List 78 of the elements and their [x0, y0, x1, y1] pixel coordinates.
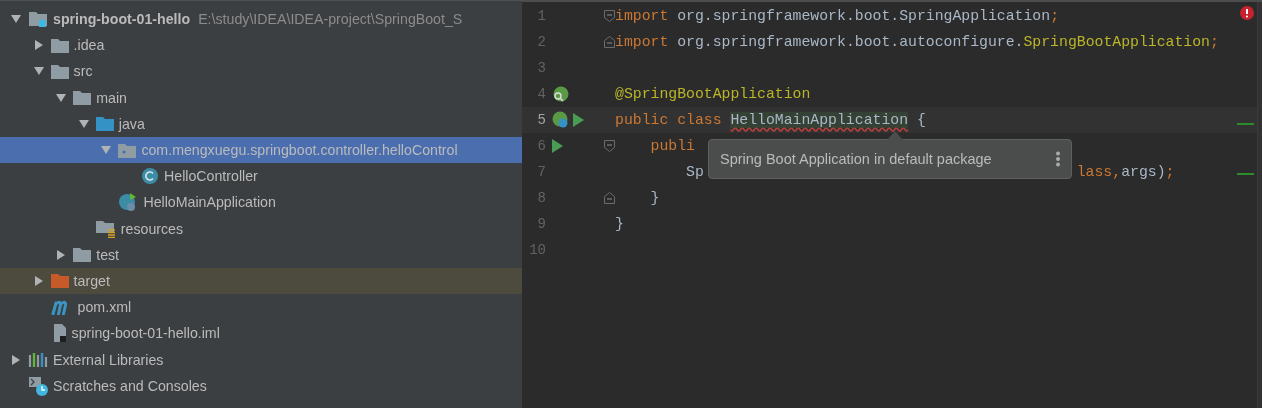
- spring-bean-search-icon[interactable]: [552, 85, 569, 103]
- run-icon[interactable]: [552, 139, 563, 153]
- tooltip-text: Spring Boot Application in default package: [720, 151, 992, 167]
- package-folder-icon: [118, 142, 137, 158]
- tree-item-label: target: [73, 272, 110, 289]
- tree-row[interactable]: External Libraries: [0, 346, 522, 373]
- tree-item-label: HelloController: [164, 168, 258, 185]
- collapsed-arrow-icon[interactable]: [32, 274, 45, 287]
- tree-row[interactable]: test: [0, 241, 522, 268]
- tree-item-label: src: [73, 63, 93, 80]
- fold-marker-icon[interactable]: [604, 36, 615, 48]
- code-text: }: [649, 190, 660, 206]
- line-number: 6: [536, 138, 546, 154]
- project-path: E:\study\IDEA\IDEA-project\SpringBoot_S: [198, 11, 463, 28]
- line-number: 7: [536, 164, 546, 180]
- code-text: }: [615, 216, 624, 232]
- line-number: 8: [536, 190, 546, 206]
- project-name: spring-boot-01-hello: [53, 11, 191, 28]
- resources-folder-icon: [95, 219, 116, 238]
- folder-icon: [95, 116, 114, 132]
- line-number: 5: [536, 112, 546, 128]
- tree-row[interactable]: HelloController: [0, 163, 522, 190]
- change-marker[interactable]: [1237, 173, 1254, 175]
- folder-icon: [50, 63, 69, 79]
- line-number: 2: [536, 34, 546, 50]
- tree-item-label: resources: [120, 220, 184, 237]
- tree-item-label: spring-boot-01-hello.iml: [71, 325, 220, 342]
- change-marker[interactable]: [1237, 123, 1254, 125]
- tree-item-label: com.mengxuegu.springboot.controller.helloControl: [141, 142, 458, 159]
- expanded-arrow-icon[interactable]: [55, 91, 68, 104]
- code-text: publi: [649, 138, 695, 154]
- line-number: 3: [536, 60, 546, 76]
- folder-icon: [50, 273, 69, 289]
- fold-marker-icon[interactable]: [604, 140, 615, 152]
- module-folder-icon: [28, 10, 48, 29]
- tree-item-label: Scratches and Consoles: [53, 377, 207, 394]
- error-icon[interactable]: [1240, 6, 1254, 20]
- spring-bean-icon[interactable]: [552, 111, 570, 129]
- tree-row[interactable]: resources: [0, 215, 522, 242]
- tree-row[interactable]: java: [0, 110, 522, 137]
- tree-row[interactable]: src: [0, 58, 522, 85]
- folder-icon: [73, 247, 92, 263]
- collapsed-arrow-icon[interactable]: [10, 353, 22, 366]
- collapsed-arrow-icon[interactable]: [32, 39, 45, 52]
- code-text: import org.springframework.boot.SpringApplication;: [615, 8, 1059, 24]
- line-number: 10: [528, 242, 546, 258]
- tree-item-label: .idea: [73, 37, 105, 54]
- tree-item-label: test: [96, 246, 120, 263]
- run-icon[interactable]: [573, 113, 584, 127]
- code-text: import org.springframework.boot.autoconfigure.SpringBootApplication;: [615, 34, 1219, 50]
- fold-marker-icon[interactable]: [604, 192, 615, 204]
- tree-item-label: External Libraries: [53, 351, 164, 368]
- line-number: 9: [536, 216, 546, 232]
- tree-item-label: HelloMainApplication: [143, 194, 276, 211]
- line-number: 4: [536, 86, 546, 102]
- libraries-icon: [28, 351, 48, 368]
- tree-row[interactable]: main: [0, 84, 522, 111]
- tree-item-label: pom.xml: [77, 299, 132, 316]
- tree-item-label: main: [96, 89, 127, 106]
- tooltip-pointer: [887, 131, 903, 140]
- tree-item-label: java: [118, 115, 145, 132]
- code-text: @SpringBootApplication: [615, 86, 811, 102]
- class-icon: [141, 167, 159, 186]
- tree-row[interactable]: spring-boot-01-hello.iml: [0, 320, 522, 347]
- tree-row[interactable]: target: [0, 267, 522, 295]
- scratches-icon: [28, 375, 48, 396]
- tree-row[interactable]: .idea: [0, 32, 522, 59]
- fold-marker-icon[interactable]: [604, 10, 615, 22]
- tree-row[interactable]: HelloMainApplication: [0, 189, 522, 216]
- code-text: public class HelloMainApplication {: [615, 112, 926, 128]
- folder-icon: [50, 37, 69, 53]
- line-number: 1: [536, 8, 546, 24]
- more-options-icon[interactable]: [1055, 151, 1061, 167]
- expanded-arrow-icon[interactable]: [77, 117, 90, 130]
- tree-row[interactable]: Scratches and Consoles: [0, 372, 522, 399]
- folder-icon: [73, 90, 92, 106]
- tree-row[interactable]: pom.xml: [0, 294, 522, 321]
- tree-row[interactable]: spring-boot-01-hello E:\study\IDEA\IDEA-project\SpringBoot_S: [0, 6, 522, 33]
